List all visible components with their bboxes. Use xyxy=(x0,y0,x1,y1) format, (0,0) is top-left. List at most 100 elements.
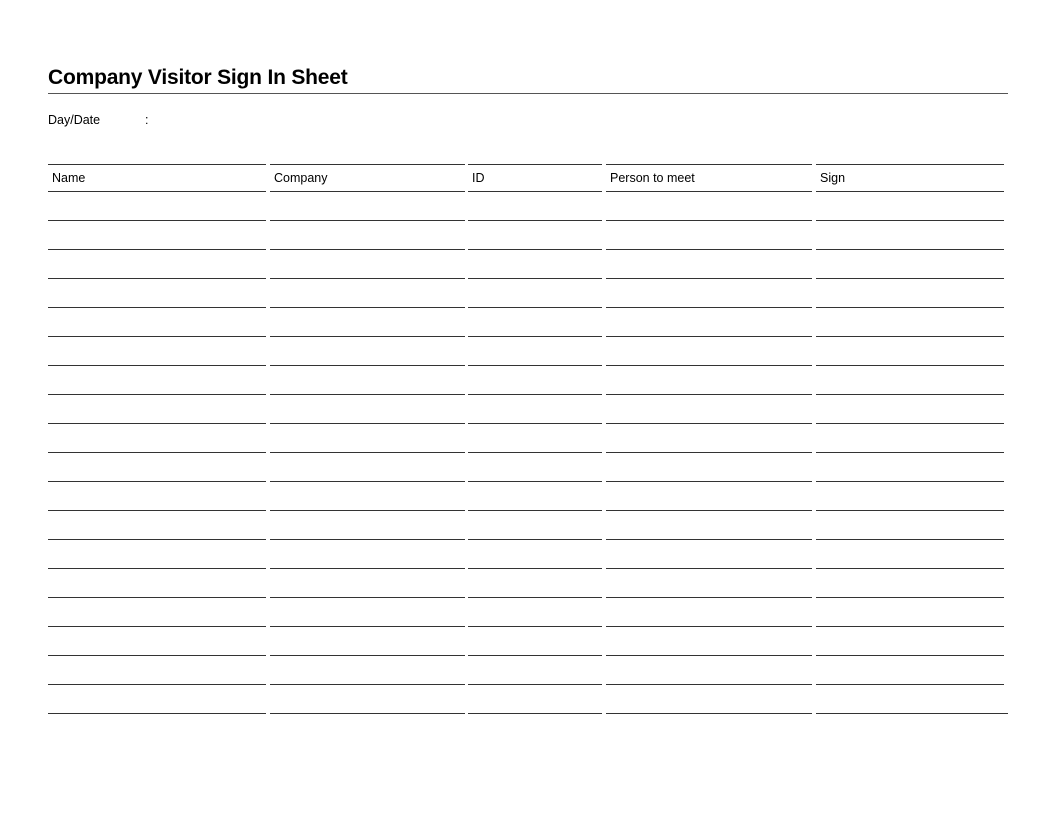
entry-field-company[interactable] xyxy=(270,482,465,511)
date-label: Day/Date xyxy=(48,113,101,127)
entry-field-company[interactable] xyxy=(270,337,465,366)
entry-field-person-to-meet[interactable] xyxy=(606,221,812,250)
entry-field-name[interactable] xyxy=(48,395,266,424)
entry-field-name[interactable] xyxy=(48,308,266,337)
column-header-person-to-meet: Person to meet xyxy=(606,164,812,192)
entry-field-person-to-meet[interactable] xyxy=(606,569,812,598)
entry-field-person-to-meet[interactable] xyxy=(606,424,812,453)
entry-field-name[interactable] xyxy=(48,540,266,569)
entry-field-sign[interactable] xyxy=(816,192,1004,221)
entry-field-company[interactable] xyxy=(270,569,465,598)
entry-field-sign[interactable] xyxy=(816,250,1004,279)
entry-field-sign[interactable] xyxy=(816,569,1004,598)
entry-field-sign[interactable] xyxy=(816,482,1004,511)
entry-field-person-to-meet[interactable] xyxy=(606,337,812,366)
entry-field-id[interactable] xyxy=(468,511,602,540)
entry-field-person-to-meet[interactable] xyxy=(606,627,812,656)
entry-field-id[interactable] xyxy=(468,656,602,685)
entry-field-sign[interactable] xyxy=(816,337,1004,366)
entry-field-person-to-meet[interactable] xyxy=(606,656,812,685)
entry-field-id[interactable] xyxy=(468,221,602,250)
entry-field-company[interactable] xyxy=(270,685,465,714)
entry-field-name[interactable] xyxy=(48,598,266,627)
entry-field-name[interactable] xyxy=(48,627,266,656)
entry-field-person-to-meet[interactable] xyxy=(606,250,812,279)
entry-field-person-to-meet[interactable] xyxy=(606,482,812,511)
entry-field-sign[interactable] xyxy=(816,598,1004,627)
entry-field-id[interactable] xyxy=(468,424,602,453)
entry-field-id[interactable] xyxy=(468,482,602,511)
entry-field-id[interactable] xyxy=(468,453,602,482)
entry-field-id[interactable] xyxy=(468,627,602,656)
entry-field-name[interactable] xyxy=(48,656,266,685)
entry-field-name[interactable] xyxy=(48,511,266,540)
entry-field-person-to-meet[interactable] xyxy=(606,511,812,540)
entry-field-company[interactable] xyxy=(270,192,465,221)
entry-field-sign[interactable] xyxy=(816,540,1004,569)
column-header-sign: Sign xyxy=(816,164,1004,192)
entry-field-person-to-meet[interactable] xyxy=(606,192,812,221)
column-header-name: Name xyxy=(48,164,266,192)
entry-field-sign[interactable] xyxy=(816,366,1004,395)
date-separator: : xyxy=(145,113,149,127)
entry-field-sign[interactable] xyxy=(816,627,1004,656)
entry-field-id[interactable] xyxy=(468,685,602,714)
entry-field-company[interactable] xyxy=(270,453,465,482)
entry-field-name[interactable] xyxy=(48,366,266,395)
entry-field-person-to-meet[interactable] xyxy=(606,540,812,569)
entry-field-sign[interactable] xyxy=(816,279,1004,308)
entry-field-name[interactable] xyxy=(48,424,266,453)
entry-field-id[interactable] xyxy=(468,540,602,569)
entry-field-person-to-meet[interactable] xyxy=(606,279,812,308)
entry-field-company[interactable] xyxy=(270,656,465,685)
entry-field-id[interactable] xyxy=(468,250,602,279)
entry-field-sign[interactable] xyxy=(816,656,1004,685)
entry-field-id[interactable] xyxy=(468,569,602,598)
entry-field-company[interactable] xyxy=(270,540,465,569)
entry-field-company[interactable] xyxy=(270,308,465,337)
entry-field-person-to-meet[interactable] xyxy=(606,598,812,627)
entry-field-name[interactable] xyxy=(48,569,266,598)
entry-field-name[interactable] xyxy=(48,192,266,221)
entry-field-id[interactable] xyxy=(468,395,602,424)
entry-field-name[interactable] xyxy=(48,279,266,308)
entry-field-name[interactable] xyxy=(48,482,266,511)
entry-field-company[interactable] xyxy=(270,424,465,453)
entry-field-sign[interactable] xyxy=(816,453,1004,482)
entry-field-company[interactable] xyxy=(270,395,465,424)
entry-field-company[interactable] xyxy=(270,221,465,250)
entry-field-name[interactable] xyxy=(48,337,266,366)
entry-field-id[interactable] xyxy=(468,366,602,395)
entry-field-name[interactable] xyxy=(48,221,266,250)
entry-field-id[interactable] xyxy=(468,308,602,337)
entry-field-person-to-meet[interactable] xyxy=(606,685,812,714)
entry-field-company[interactable] xyxy=(270,627,465,656)
entry-field-sign[interactable] xyxy=(816,511,1004,540)
column-name: Name xyxy=(48,164,266,714)
entry-field-sign[interactable] xyxy=(816,308,1004,337)
entry-field-id[interactable] xyxy=(468,192,602,221)
entry-field-person-to-meet[interactable] xyxy=(606,366,812,395)
entry-field-name[interactable] xyxy=(48,453,266,482)
column-header-company: Company xyxy=(270,164,465,192)
column-header-id: ID xyxy=(468,164,602,192)
entry-field-id[interactable] xyxy=(468,279,602,308)
entry-field-company[interactable] xyxy=(270,250,465,279)
entry-field-name[interactable] xyxy=(48,685,266,714)
entry-field-person-to-meet[interactable] xyxy=(606,453,812,482)
entry-field-name[interactable] xyxy=(48,250,266,279)
column-sign: Sign xyxy=(816,164,1008,714)
entry-field-sign[interactable] xyxy=(816,685,1008,714)
entry-field-company[interactable] xyxy=(270,598,465,627)
entry-field-sign[interactable] xyxy=(816,221,1004,250)
entry-field-id[interactable] xyxy=(468,598,602,627)
entry-field-person-to-meet[interactable] xyxy=(606,395,812,424)
entry-field-person-to-meet[interactable] xyxy=(606,308,812,337)
entry-field-company[interactable] xyxy=(270,279,465,308)
column-person-to-meet: Person to meet xyxy=(606,164,812,714)
entry-field-company[interactable] xyxy=(270,366,465,395)
entry-field-id[interactable] xyxy=(468,337,602,366)
entry-field-company[interactable] xyxy=(270,511,465,540)
entry-field-sign[interactable] xyxy=(816,395,1004,424)
entry-field-sign[interactable] xyxy=(816,424,1004,453)
